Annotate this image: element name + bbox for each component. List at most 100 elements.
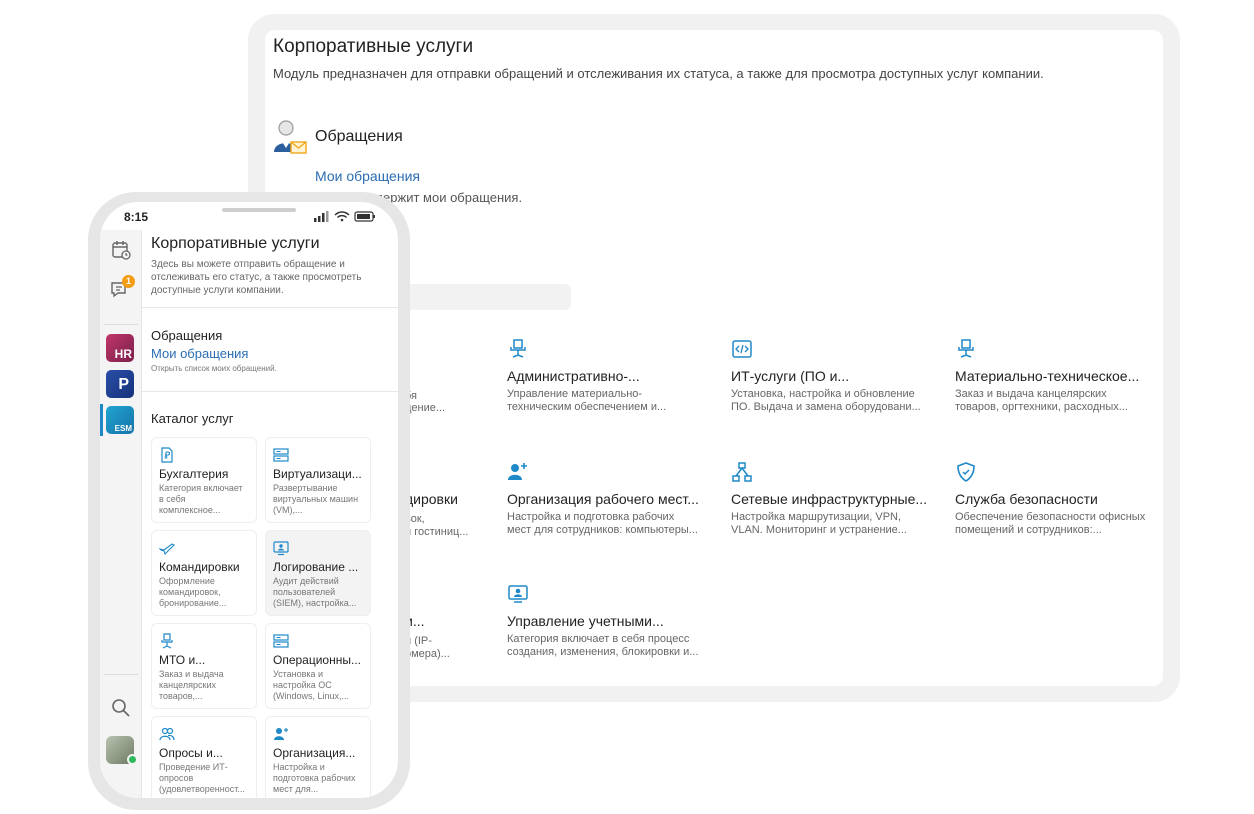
catalog-label: Каталог услуг — [151, 411, 234, 426]
card-fragment-text: омера)... — [405, 648, 450, 660]
service-card-mto[interactable]: Материально-техническое... Заказ и выдач… — [955, 338, 1163, 414]
card-desc: Обеспечение безопасности офисных — [955, 511, 1146, 523]
page-title: Корпоративные услуги — [273, 36, 474, 57]
divider — [104, 324, 138, 325]
notch — [222, 208, 296, 212]
chair-icon — [958, 339, 974, 358]
divider — [104, 674, 138, 675]
card-title: Административно-... — [507, 368, 640, 384]
card-desc: VLAN. Мониторинг и устранение... — [731, 524, 907, 536]
card-title: Логирование ... — [273, 560, 359, 574]
status-time: 8:15 — [124, 210, 149, 224]
card-desc: техническим обеспечением и... — [507, 401, 667, 413]
page-subtitle: Модуль предназначен для отправки обращен… — [273, 66, 1044, 81]
card-title: Организация... — [273, 746, 356, 760]
service-card-accounts[interactable]: Управление учетными... Категория включае… — [507, 583, 717, 659]
card-title: Бухгалтерия — [159, 467, 229, 481]
card-title: МТО и... — [159, 653, 206, 667]
card-title: ИТ-услуги (ПО и... — [731, 368, 850, 384]
card-title: Командировки — [159, 560, 240, 574]
card-desc: Настройка маршрутизации, VPN, — [731, 511, 902, 523]
card-fragment-text: дение... — [405, 402, 446, 414]
card-desc: Развертывание виртуальных машин (VM),... — [273, 483, 359, 515]
add-user-icon — [508, 463, 527, 480]
status-bar: 8:15 — [100, 202, 398, 230]
code-icon — [732, 340, 752, 358]
divider — [142, 307, 398, 308]
service-card-network[interactable]: Сетевые инфраструктурные... Настройка ма… — [731, 461, 941, 537]
users-icon — [159, 727, 175, 741]
service-card-business-trips[interactable]: Командировки Оформление командировок, бр… — [151, 530, 257, 616]
p-app-icon[interactable]: P — [106, 370, 134, 398]
card-desc: помещений и сотрудников:... — [955, 524, 1102, 536]
card-desc: Установка, настройка и обновление — [731, 388, 915, 400]
service-card-surveys[interactable]: Опросы и... Проведение ИТ-опросов (удовл… — [151, 716, 257, 798]
divider — [142, 391, 398, 392]
server-icon — [273, 448, 289, 462]
card-fragment-text: и гостиниц... — [405, 526, 469, 538]
card-fragment-title: дировки — [405, 491, 458, 507]
app-sidebar: 1 HR P ESM — [100, 230, 142, 798]
requests-label: Обращения — [151, 328, 223, 343]
card-desc: ПО. Выдача и замена оборудовани... — [731, 401, 921, 413]
service-card-accounting[interactable]: Бухгалтерия Категория включает в себя ко… — [151, 437, 257, 523]
service-card-admin[interactable]: Административно-... Управление материаль… — [507, 338, 717, 414]
card-title: Управление учетными... — [507, 613, 664, 629]
network-icon — [732, 462, 752, 482]
search-input[interactable] — [405, 284, 571, 310]
card-title: Организация рабочего мест... — [507, 491, 699, 507]
user-mail-icon — [274, 120, 307, 154]
page-title: Корпоративные услуги — [151, 235, 320, 252]
service-card-mto[interactable]: МТО и... Заказ и выдача канцелярских тов… — [151, 623, 257, 709]
card-desc: Настройка и подготовка рабочих — [507, 511, 675, 523]
card-title: Опросы и... — [159, 746, 223, 760]
page-subtitle: Здесь вы можете отправить обращение и от… — [151, 259, 362, 296]
card-desc: Заказ и выдача канцелярских — [955, 388, 1107, 400]
chair-icon — [510, 339, 526, 358]
document-ruble-icon — [161, 447, 173, 463]
card-desc: мест для сотрудников: компьютеры... — [507, 524, 698, 536]
service-card-logging[interactable]: Логирование ... Аудит действий пользоват… — [265, 530, 371, 616]
service-card-security[interactable]: Служба безопасности Обеспечение безопасн… — [955, 461, 1163, 537]
card-title: Служба безопасности — [955, 491, 1098, 507]
card-desc: Заказ и выдача канцелярских товаров,... — [159, 669, 224, 701]
open-list-hint: Открыть список моих обращений. — [151, 364, 277, 373]
card-desc: Управление материально- — [507, 388, 643, 400]
server-icon — [273, 634, 289, 648]
phone-screen: 8:15 1 HR P ESM Корпоративные услуги Зде… — [100, 202, 398, 798]
monitor-user-icon — [508, 585, 528, 603]
card-desc: Установка и настройка ОС (Windows, Linux… — [273, 669, 350, 701]
card-desc: Категория включает в себя процесс — [507, 633, 690, 645]
chair-icon — [161, 633, 173, 649]
card-desc: Настройка и подготовка рабочих мест для.… — [273, 762, 356, 794]
esm-app-icon[interactable]: ESM — [106, 406, 134, 434]
shield-icon — [957, 462, 975, 482]
hr-app-icon[interactable]: HR — [106, 334, 134, 362]
search-icon[interactable] — [109, 696, 133, 720]
card-title: Сетевые инфраструктурные... — [731, 491, 928, 507]
service-card-workplace[interactable]: Организация... Настройка и подготовка ра… — [265, 716, 371, 798]
card-desc: создания, изменения, блокировки и... — [507, 646, 699, 658]
online-status-icon — [127, 754, 138, 765]
monitor-user-icon — [273, 541, 289, 556]
calendar-clock-icon[interactable] — [109, 238, 133, 262]
signal-wifi-battery-icon — [314, 211, 375, 222]
service-card-it[interactable]: ИТ-услуги (ПО и... Установка, настройка … — [731, 338, 941, 414]
phone-content: Корпоративные услуги Здесь вы можете отп… — [142, 230, 398, 798]
service-card-os[interactable]: Операционны... Установка и настройка ОС … — [265, 623, 371, 709]
requests-heading: Обращения — [315, 128, 403, 145]
my-requests-link[interactable]: Мои обращения — [315, 168, 420, 184]
card-desc: товаров, оргтехники, расходных... — [955, 401, 1128, 413]
card-desc: Аудит действий пользователей (SIEM), нас… — [273, 576, 357, 608]
service-card-virtualization[interactable]: Виртуализаци... Развертывание виртуальны… — [265, 437, 371, 523]
card-title: Операционны... — [273, 653, 361, 667]
my-requests-link[interactable]: Мои обращения — [151, 346, 248, 361]
plane-icon — [159, 543, 175, 556]
card-desc: Оформление командировок, бронирование... — [159, 576, 227, 608]
card-title: Материально-техническое... — [955, 368, 1140, 384]
active-indicator — [100, 404, 103, 436]
card-desc: Категория включает в себя комплексное... — [159, 483, 243, 515]
service-card-workplace[interactable]: Организация рабочего мест... Настройка и… — [507, 461, 717, 537]
add-user-icon — [274, 728, 288, 740]
notification-badge: 1 — [122, 275, 135, 288]
